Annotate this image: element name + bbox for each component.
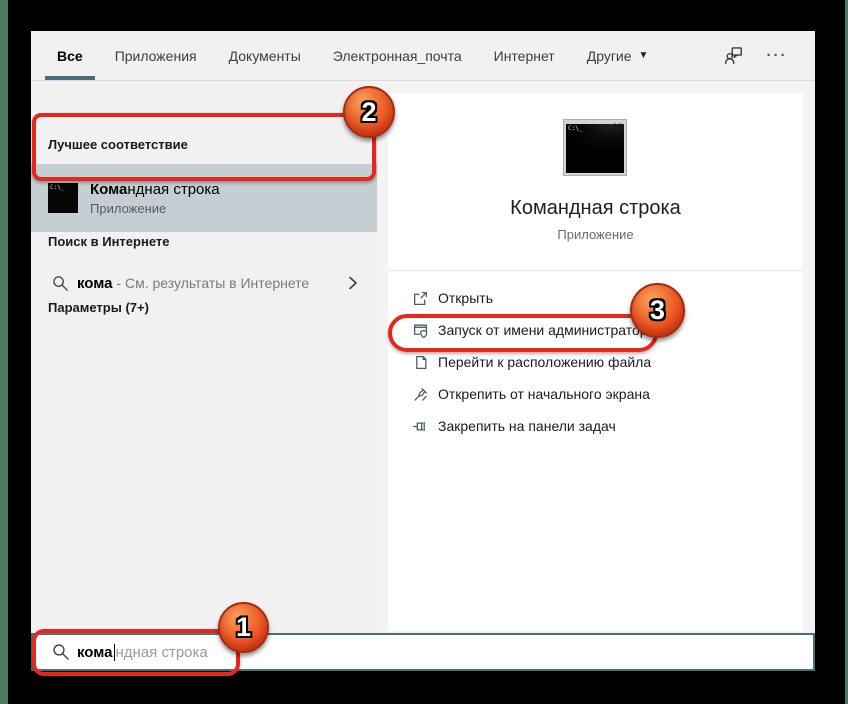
action-run-as-admin-label: Запуск от имени администратора — [438, 322, 655, 338]
tab-email-label: Электронная_почта — [333, 48, 462, 64]
search-filter-tabbar: Все Приложения Документы Электронная_поч… — [31, 31, 815, 81]
search-input-text: командная строка — [77, 644, 208, 661]
annotation-badge-2: 2 — [343, 86, 395, 138]
web-suggestion-text: кома - См. результаты в Интернете — [77, 275, 309, 292]
action-pin-to-taskbar-label: Закрепить на панели задач — [438, 418, 616, 434]
annotation-badge-1: 1 — [218, 602, 269, 653]
tab-documents[interactable]: Документы — [217, 31, 313, 80]
web-search-header: Поиск в Интернете — [48, 234, 169, 249]
preview-divider — [388, 270, 803, 271]
best-match-header: Лучшее соответствие — [48, 137, 188, 152]
desktop-edge-left — [0, 0, 8, 704]
cmd-terminal-icon: ▪ ▪ C:\_ — [563, 119, 627, 176]
action-unpin-from-start[interactable]: Открепить от начального экрана — [388, 378, 803, 410]
search-results-pane: Лучшее соответствие C:\_ Командная строк… — [31, 81, 377, 633]
cmd-prompt-glyph: C:\_ — [50, 184, 64, 191]
pin-icon — [412, 418, 429, 435]
search-icon — [52, 275, 69, 292]
tab-apps-label: Приложения — [115, 48, 197, 64]
action-open[interactable]: Открыть — [388, 282, 803, 314]
web-suggestion-row[interactable]: кома - См. результаты в Интернете — [31, 269, 377, 297]
open-icon — [412, 290, 429, 307]
tab-web-label: Интернет — [494, 48, 555, 64]
action-open-label: Открыть — [438, 290, 493, 306]
result-subtitle: Приложение — [90, 201, 220, 216]
unpin-icon — [412, 386, 429, 403]
more-options-icon[interactable]: ··· — [767, 46, 787, 66]
preview-app-subtitle: Приложение — [388, 227, 803, 242]
tabbar-right-icons: ··· — [723, 46, 815, 66]
tab-all[interactable]: Все — [45, 31, 95, 80]
preview-card: ▪ ▪ C:\_ Командная строка Приложение От — [388, 93, 803, 631]
tab-all-label: Все — [57, 48, 83, 64]
action-open-file-location-label: Перейти к расположению файла — [438, 354, 651, 370]
result-text: Командная строка Приложение — [90, 181, 220, 216]
chevron-right-icon[interactable] — [347, 276, 359, 290]
tab-web[interactable]: Интернет — [482, 31, 567, 80]
text-cursor — [114, 644, 115, 661]
settings-results-header[interactable]: Параметры (7+) — [48, 300, 149, 315]
search-icon — [52, 643, 70, 661]
screenshot-root: { "tabs": [ {"label": "Все", "active": t… — [0, 0, 848, 704]
action-run-as-admin[interactable]: Запуск от имени администратора — [388, 314, 803, 346]
tab-apps[interactable]: Приложения — [103, 31, 209, 80]
feedback-icon[interactable] — [723, 46, 743, 66]
action-open-file-location[interactable]: Перейти к расположению файла — [388, 346, 803, 378]
search-input[interactable]: командная строка — [31, 633, 815, 671]
admin-shield-icon — [412, 322, 429, 339]
tab-more-label: Другие — [587, 48, 632, 64]
action-unpin-from-start-label: Открепить от начального экрана — [438, 386, 650, 402]
tab-more[interactable]: Другие ▼ — [575, 31, 661, 80]
tab-documents-label: Документы — [229, 48, 301, 64]
annotation-badge-3: 3 — [630, 283, 685, 338]
chevron-down-icon: ▼ — [639, 50, 649, 61]
preview-app-title: Командная строка — [388, 197, 803, 220]
cmd-screen: C:\_ — [566, 124, 624, 173]
cmd-prompt-glyph: C:\_ — [568, 125, 582, 132]
windows-search-flyout: Все Приложения Документы Электронная_поч… — [31, 31, 815, 671]
tab-email[interactable]: Электронная_почта — [321, 31, 474, 80]
file-location-icon — [412, 354, 429, 371]
preview-area: ▪ ▪ C:\_ Командная строка Приложение От — [377, 81, 815, 633]
best-match-result-cmd[interactable]: C:\_ Командная строка Приложение — [31, 164, 377, 232]
action-list: Открыть Запуск от имени администратора — [388, 282, 803, 442]
cmd-terminal-icon: C:\_ — [48, 183, 78, 213]
action-pin-to-taskbar[interactable]: Закрепить на панели задач — [388, 410, 803, 442]
result-title: Командная строка — [90, 181, 220, 198]
